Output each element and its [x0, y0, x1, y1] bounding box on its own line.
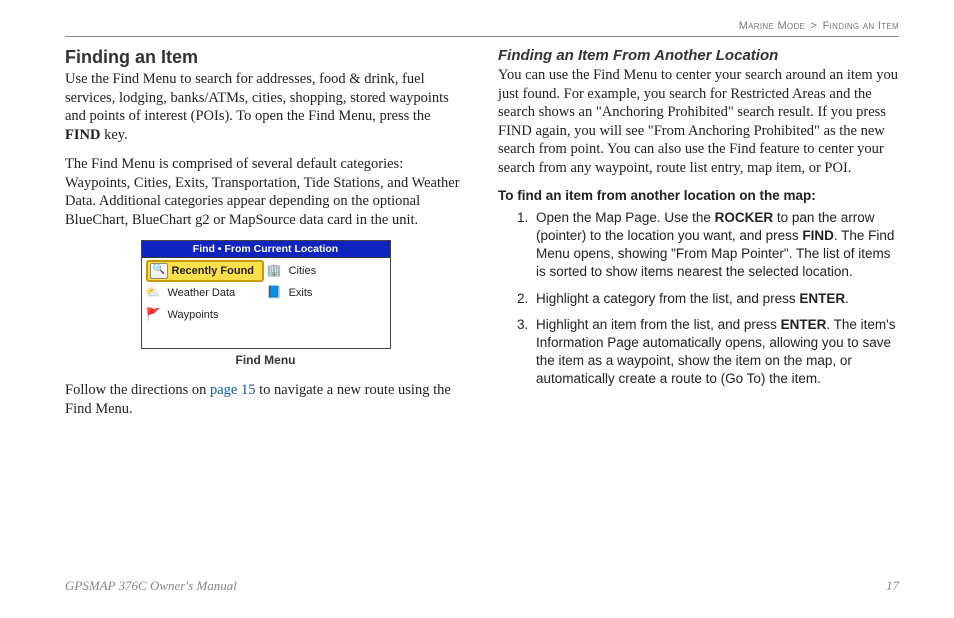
steps-title: To find an item from another location on… [498, 188, 899, 203]
heading-another-location: Finding an Item From Another Location [498, 47, 899, 64]
enter-key-2: ENTER [781, 317, 827, 332]
step-1: Open the Map Page. Use the ROCKER to pan… [532, 209, 899, 280]
heading-finding-item: Finding an Item [65, 47, 466, 68]
left-p1: Use the Find Menu to search for addresse… [65, 70, 466, 144]
breadcrumb-section: Marine Mode [739, 20, 805, 32]
menu-item-exits: Exits [267, 282, 385, 304]
waypoints-icon [146, 307, 164, 323]
right-p1: You can use the Find Menu to center your… [498, 66, 899, 177]
find-key-2: FIND [802, 228, 834, 243]
left-p2: The Find Menu is comprised of several de… [65, 155, 466, 229]
menu-item-weather: Weather Data [146, 282, 264, 304]
footer-title: GPSMAP 376C Owner's Manual [65, 578, 237, 594]
find-menu-screenshot: Find • From Current Location Recently Fo… [141, 240, 391, 349]
menu-item-waypoints: Waypoints [146, 304, 264, 326]
menu-item-recently-found: Recently Found [146, 260, 264, 282]
page-15-link[interactable]: page 15 [210, 382, 256, 398]
recent-icon [150, 263, 168, 279]
step-3: Highlight an item from the list, and pre… [532, 316, 899, 387]
find-key: FIND [65, 127, 100, 143]
steps-list: Open the Map Page. Use the ROCKER to pan… [498, 209, 899, 387]
find-menu-title: Find • From Current Location [142, 241, 390, 258]
rocker-key: ROCKER [715, 210, 774, 225]
breadcrumb-sep: > [811, 20, 818, 32]
enter-key-1: ENTER [799, 291, 845, 306]
find-menu-caption: Find Menu [65, 353, 466, 367]
breadcrumb-page: Finding an Item [823, 20, 899, 32]
breadcrumb: Marine Mode > Finding an Item [65, 20, 899, 37]
weather-icon [146, 285, 164, 301]
left-p3: Follow the directions on page 15 to navi… [65, 381, 466, 418]
step-2: Highlight a category from the list, and … [532, 290, 899, 308]
exits-icon [267, 285, 285, 301]
page-footer: GPSMAP 376C Owner's Manual 17 [65, 578, 899, 594]
cities-icon [267, 263, 285, 279]
left-column: Finding an Item Use the Find Menu to sea… [65, 47, 466, 429]
page-number: 17 [886, 578, 899, 594]
menu-item-cities: Cities [267, 260, 385, 282]
right-column: Finding an Item From Another Location Yo… [498, 47, 899, 429]
